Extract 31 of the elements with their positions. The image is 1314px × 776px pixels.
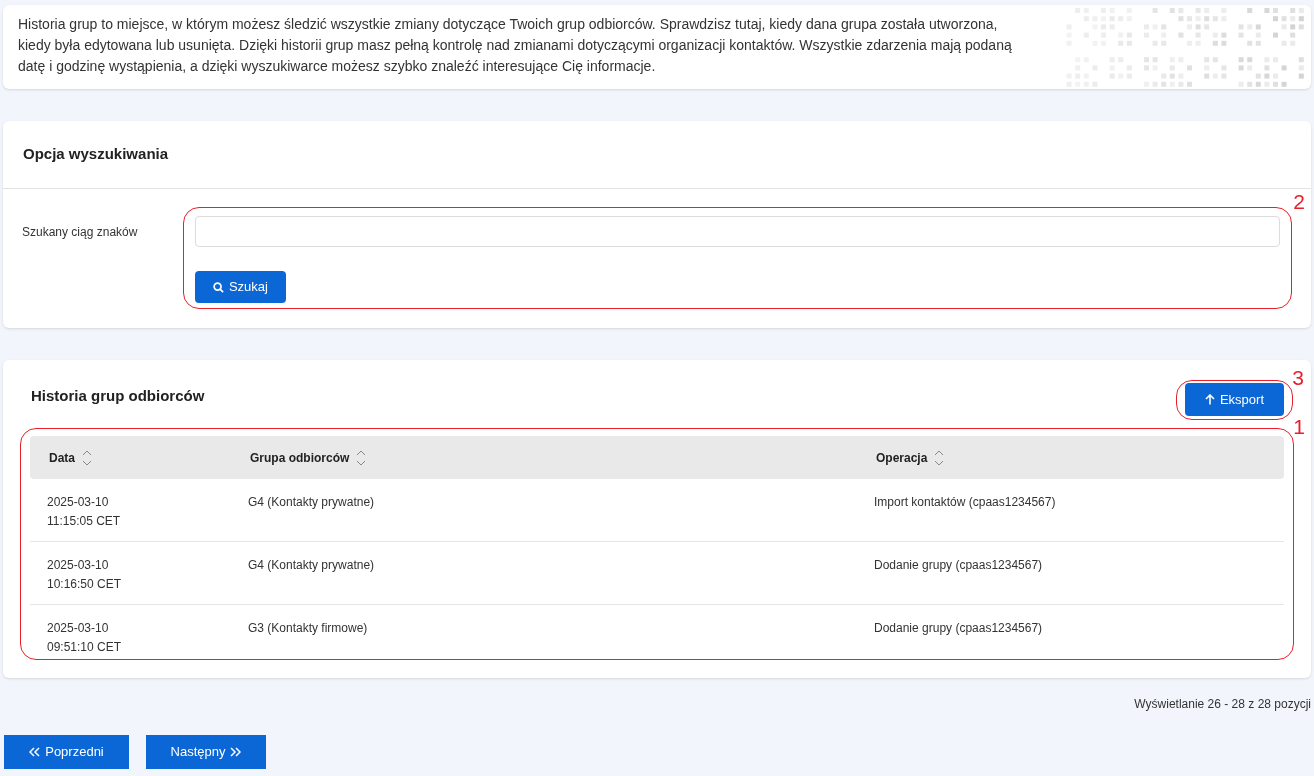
table-cell: Import kontaktów (cpaas1234567) xyxy=(874,495,1056,509)
table-cell: G3 (Kontakty firmowe) xyxy=(248,621,368,635)
export-button[interactable]: Eksport xyxy=(1185,383,1284,416)
intro-text: Historia grup to miejsce, w którym możesz śledzić wszystkie zmiany dotyczące Twoich grup odbiorców. Sprawdzisz tutaj, kiedy dana grupa została utworzona, kiedy była edytowana lub usunięta. Dzięki historii grup masz pełną kontrolę nad zmianami dotyczącymi organizacji kontaktów. Wszystkie zdarzenia mają podaną datę i godzinę wystąpienia, a dzięki wyszukiwarce możesz szybko znaleźć interesujące Cię informacje. xyxy=(18,15,1013,76)
column-header[interactable]: Grupa odbiorców xyxy=(250,448,350,467)
column-header[interactable]: Operacja xyxy=(876,448,928,467)
date-text: 2025-03-10 xyxy=(47,557,110,574)
annotation-number: 1 xyxy=(1293,416,1305,437)
table-cell: G4 (Kontakty prywatne) xyxy=(248,558,375,572)
date-text: 2025-03-10 xyxy=(47,620,110,637)
time-text: 10:16:50 CET xyxy=(47,576,123,593)
double-chevron-right-icon xyxy=(230,747,242,757)
arrow-up-icon xyxy=(1204,394,1215,405)
time-text: 11:15:05 CET xyxy=(47,513,122,530)
search-button[interactable]: Szukaj xyxy=(194,271,286,303)
table-cell: G4 (Kontakty prywatne) xyxy=(248,495,375,509)
section-title: Historia grup odbiorców xyxy=(31,386,205,407)
double-chevron-left-icon xyxy=(29,747,41,757)
column-header[interactable]: Data xyxy=(49,448,75,467)
previous-button[interactable]: Poprzedni xyxy=(4,735,129,769)
pagination-info: Wyświetlanie 26 - 28 z 28 pozycji xyxy=(1134,696,1311,713)
next-button[interactable]: Następny xyxy=(146,735,266,769)
time-text: 09:51:10 CET xyxy=(47,639,123,656)
table-cell: Dodanie grupy (cpaas1234567) xyxy=(874,621,1043,635)
search-icon xyxy=(212,281,224,293)
table-cell: Dodanie grupy (cpaas1234567) xyxy=(874,558,1043,572)
annotation-number: 2 xyxy=(1293,191,1305,212)
annotation-number: 3 xyxy=(1292,366,1304,388)
date-text: 2025-03-10 xyxy=(47,494,110,511)
field-label: Szukany ciąg znaków xyxy=(22,224,139,241)
section-title: Opcja wyszukiwania xyxy=(23,144,169,165)
